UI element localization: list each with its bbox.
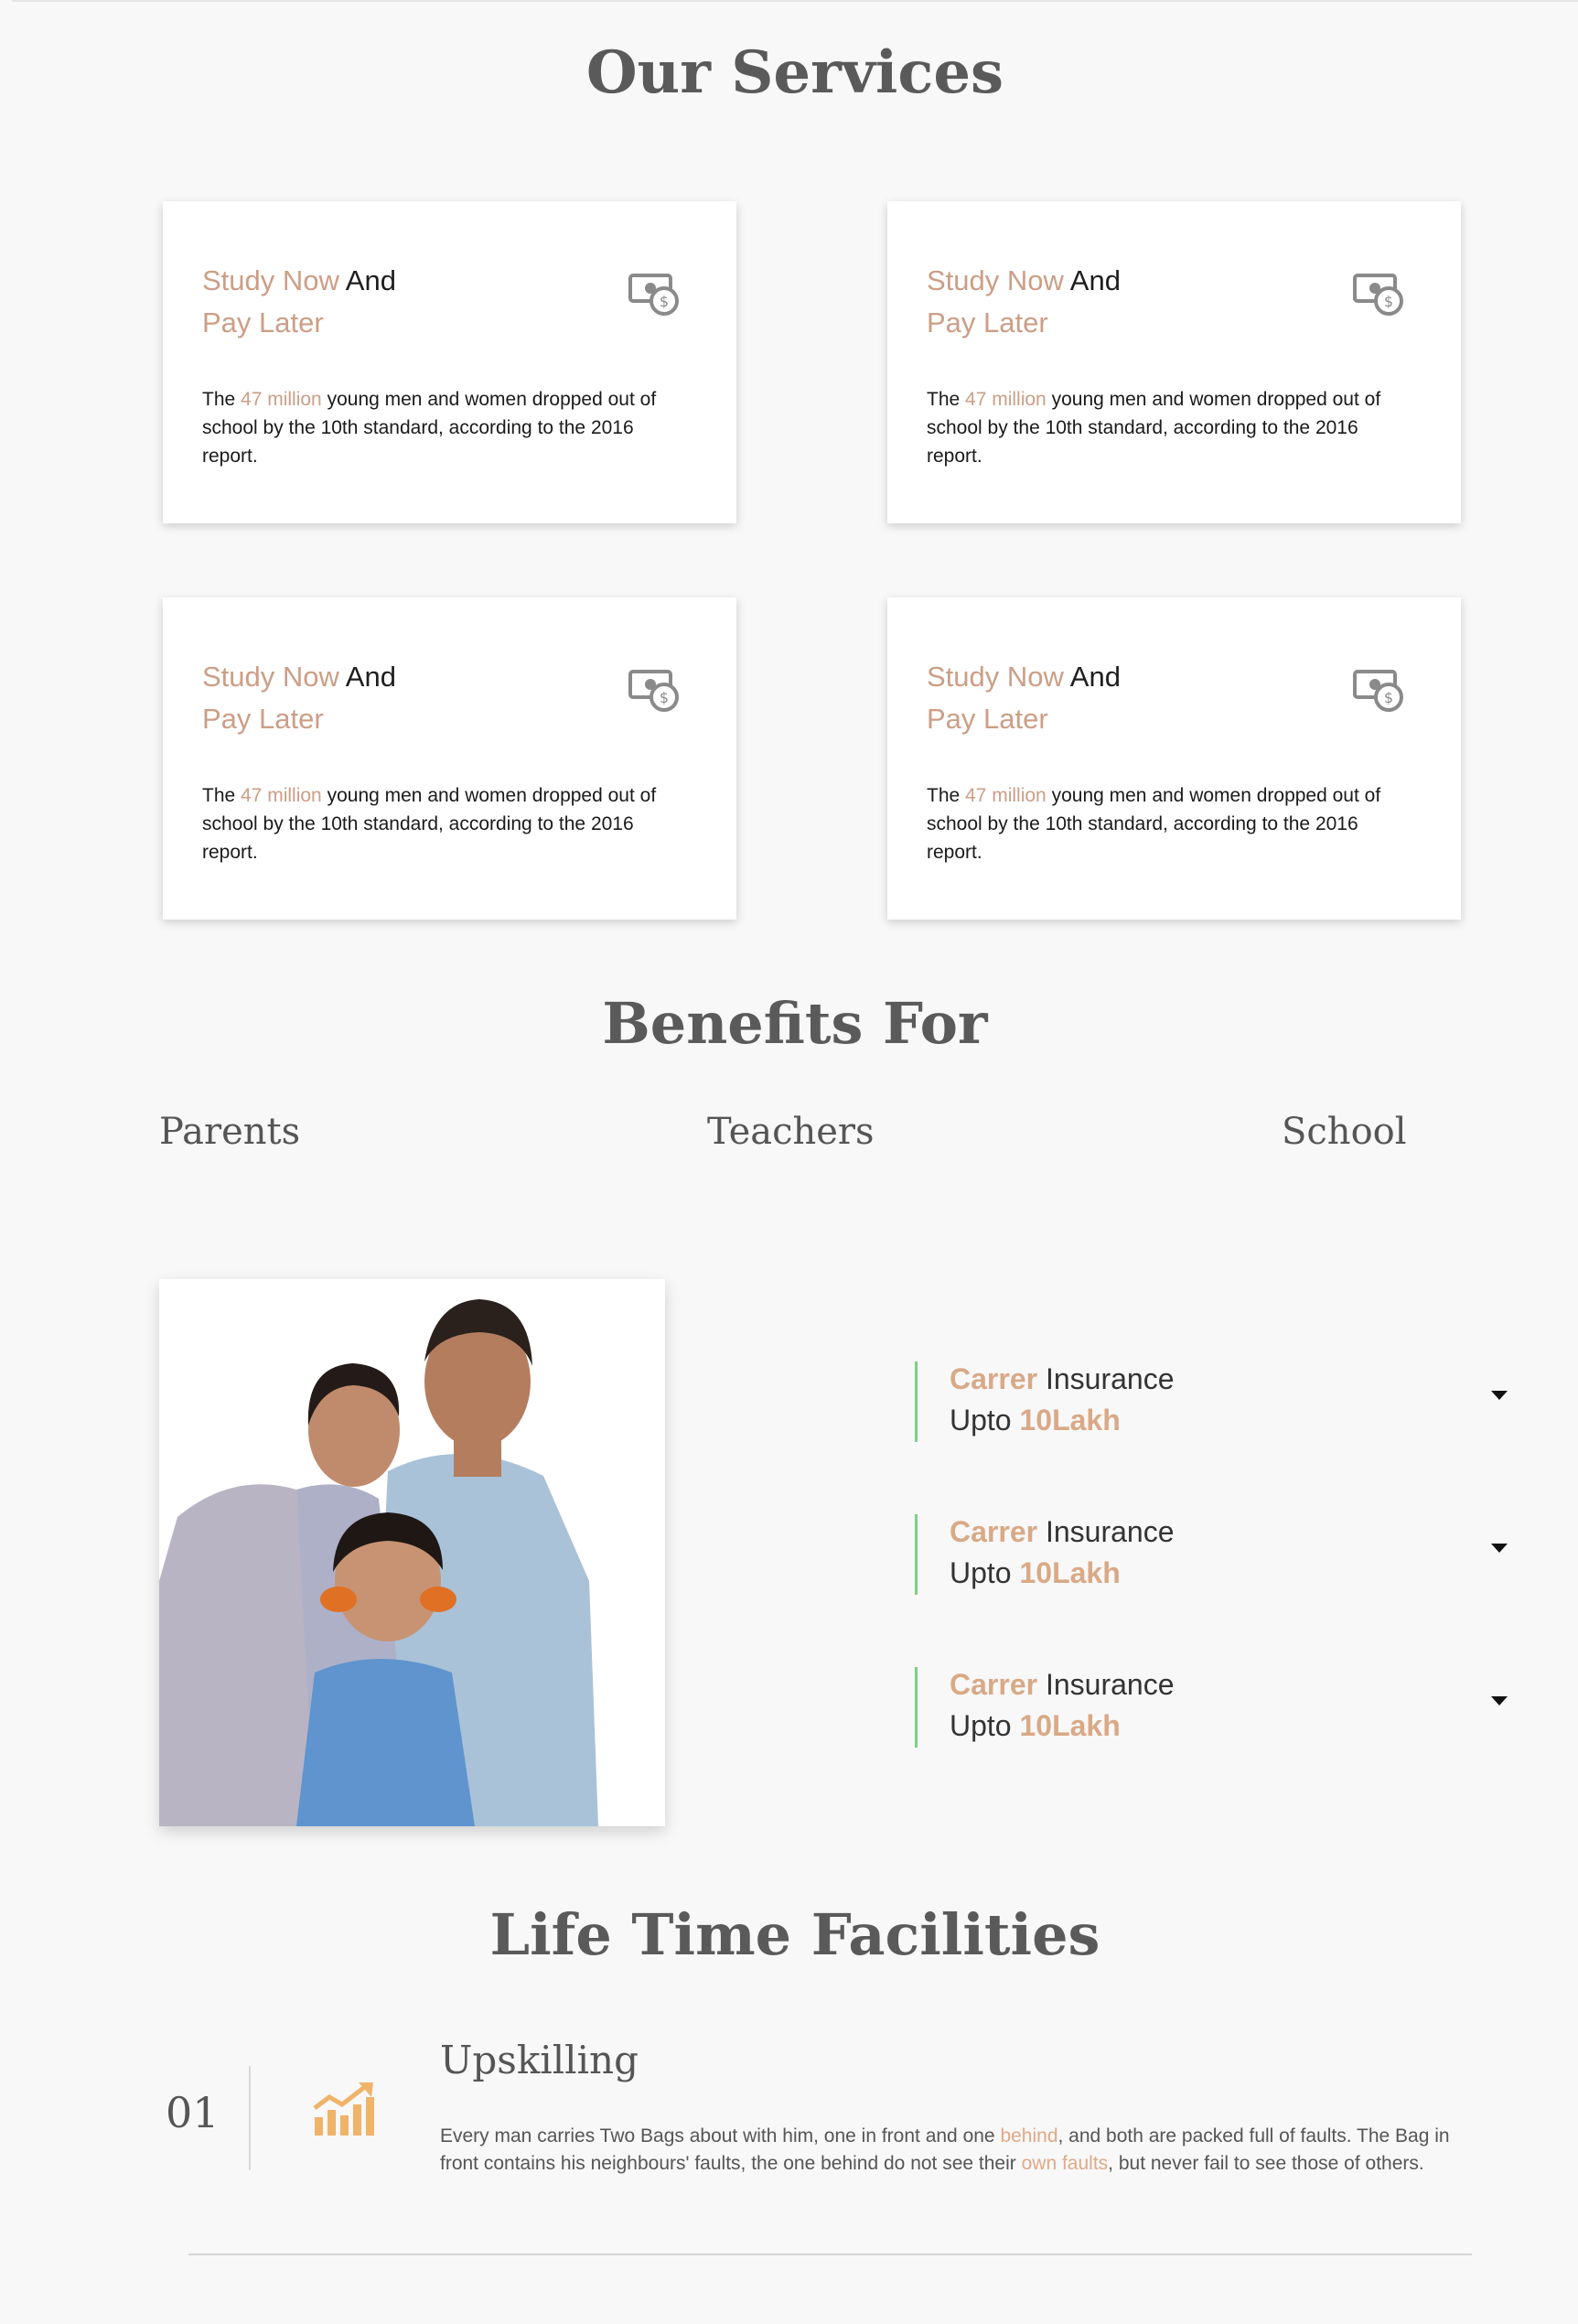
page: Our Services Study Now And Pay Later $ T… [12,0,1578,2324]
money-icon: $ [1353,670,1403,712]
service-card[interactable]: Study Now And Pay Later $ The 47 million… [163,597,736,920]
caret-down-icon[interactable] [1491,1696,1508,1705]
tab-teachers[interactable]: Teachers [707,1111,875,1153]
card-text: The 47 million young men and women dropp… [927,785,1381,863]
divider [249,2066,251,2170]
divider [188,2254,1472,2255]
card-text: The 47 million young men and women dropp… [927,389,1381,467]
card-title: Study Now And Pay Later [927,661,1121,735]
benefit-text: Carrer Insurance Upto 10Lakh [950,1515,1175,1589]
family-illustration [159,1279,665,1826]
accent-bar [915,1514,918,1595]
money-icon: $ [628,670,679,712]
facility-number: 01 [166,2088,220,2137]
facility-text: Every man carries Two Bags about with hi… [440,2125,1450,2174]
svg-text:$: $ [1384,293,1393,310]
facilities-title: Life Time Facilities [489,1901,1100,1968]
card-text: The 47 million young men and women dropp… [202,389,657,467]
card-title: Study Now And Pay Later [927,264,1121,339]
tab-school[interactable]: School [1282,1111,1407,1153]
benefit-text: Carrer Insurance Upto 10Lakh [950,1362,1175,1436]
accent-bar [915,1361,918,1442]
card-title: Study Now And Pay Later [202,661,396,735]
svg-text:$: $ [1384,689,1393,706]
money-icon: $ [1353,274,1403,316]
money-icon: $ [628,274,679,316]
card-title: Study Now And Pay Later [202,264,396,339]
benefit-accordion-item[interactable]: Carrer Insurance Upto 10Lakh [915,1667,1519,1748]
caret-down-icon[interactable] [1491,1391,1508,1400]
svg-text:$: $ [660,293,669,310]
service-card[interactable]: Study Now And Pay Later $ The 47 million… [887,597,1461,920]
benefit-accordion-item[interactable]: Carrer Insurance Upto 10Lakh [915,1514,1519,1595]
tab-parents[interactable]: Parents [159,1111,300,1153]
family-photo [159,1279,665,1826]
services-title: Our Services [585,38,1004,107]
svg-text:$: $ [660,689,669,706]
caret-down-icon[interactable] [1491,1544,1508,1553]
facility-title: Upskilling [440,2038,639,2082]
service-card[interactable]: Study Now And Pay Later $ The 47 million… [163,201,736,523]
accent-bar [915,1667,918,1748]
service-card[interactable]: Study Now And Pay Later $ The 47 million… [887,201,1461,523]
growth-chart-icon [313,2082,374,2136]
card-text: The 47 million young men and women dropp… [202,785,657,863]
benefit-text: Carrer Insurance Upto 10Lakh [950,1668,1175,1742]
benefit-accordion-item[interactable]: Carrer Insurance Upto 10Lakh [915,1361,1519,1442]
benefits-title: Benefits For [602,990,988,1057]
